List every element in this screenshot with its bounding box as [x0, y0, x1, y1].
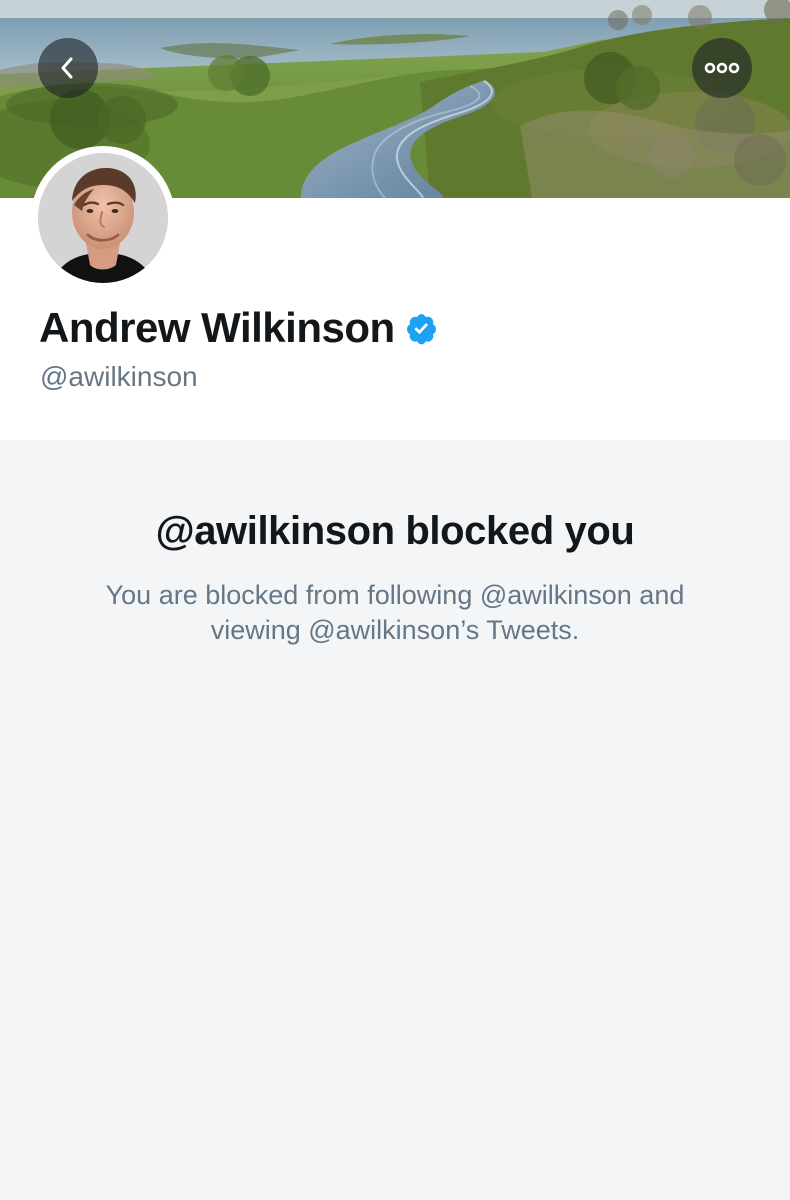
more-options-icon — [704, 62, 740, 74]
avatar[interactable] — [31, 146, 175, 290]
back-button[interactable] — [38, 38, 98, 98]
blocked-title: @awilkinson blocked you — [155, 509, 635, 553]
profile-avatar-image — [38, 153, 168, 283]
display-name: Andrew Wilkinson — [39, 304, 395, 351]
profile-page: Andrew Wilkinson @awilkinson @awilkinson… — [0, 0, 790, 1200]
back-arrow-icon — [61, 57, 73, 79]
profile-handle: @awilkinson — [40, 361, 198, 392]
verified-badge-icon — [406, 313, 436, 344]
display-name-row: Andrew Wilkinson — [39, 305, 438, 351]
more-options-button[interactable] — [692, 38, 752, 98]
blocked-message: You are blocked from following @awilkins… — [105, 580, 685, 645]
blocked-notice: @awilkinson blocked you You are blocked … — [0, 440, 790, 1200]
